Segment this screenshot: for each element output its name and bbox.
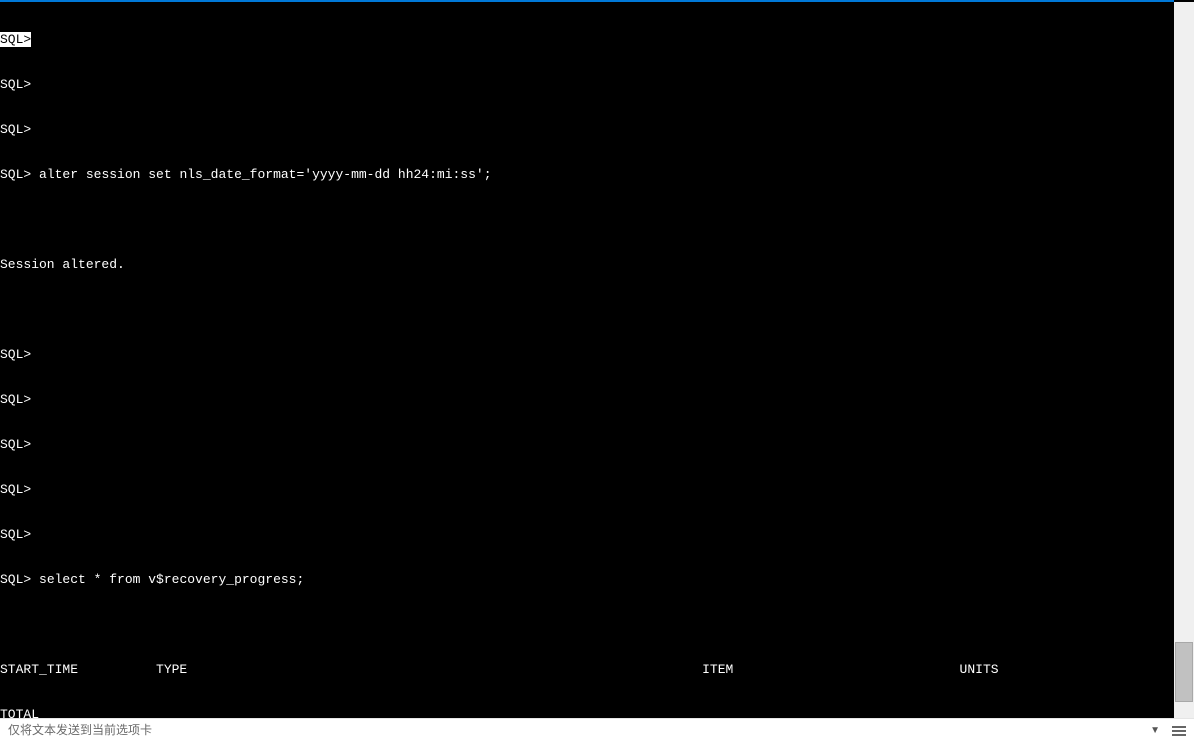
scrollbar-thumb[interactable] (1175, 642, 1193, 702)
blank-line (0, 617, 1174, 632)
sql-prompt: SQL> (0, 392, 31, 407)
header-row-2: TOTAL (0, 707, 1174, 718)
status-note: 仅将文本发送到当前选项卡 (6, 723, 152, 738)
terminal[interactable]: SQL> SQL> SQL> SQL> alter session set nl… (0, 2, 1174, 718)
sql-prompt: SQL> (0, 122, 31, 137)
sql-prompt: SQL> (0, 77, 31, 92)
command-select: select * from v$recovery_progress; (39, 572, 304, 587)
sql-prompt: SQL> (0, 572, 31, 587)
prompt-line: SQL> (0, 392, 1174, 407)
blank-line (0, 302, 1174, 317)
result-line: Session altered. (0, 257, 1174, 272)
prompt-line: SQL> (0, 437, 1174, 452)
command-line: SQL> alter session set nls_date_format='… (0, 167, 1174, 182)
header-row-1: START_TIME TYPE ITEM UNITS SOFAR (0, 662, 1174, 677)
command-alter: alter session set nls_date_format='yyyy-… (39, 167, 491, 182)
hamburger-menu-icon[interactable] (1170, 724, 1188, 738)
terminal-wrap: SQL> SQL> SQL> SQL> alter session set nl… (0, 2, 1194, 718)
sql-prompt: SQL> (0, 482, 31, 497)
chevron-down-icon[interactable]: ▼ (1150, 723, 1160, 738)
sql-prompt-highlighted: SQL> (0, 32, 31, 47)
command-line: SQL> select * from v$recovery_progress; (0, 572, 1174, 587)
prompt-line: SQL> (0, 482, 1174, 497)
prompt-line: SQL> (0, 527, 1174, 542)
sql-prompt: SQL> (0, 437, 31, 452)
prompt-line: SQL> (0, 32, 1174, 47)
blank-line (0, 212, 1174, 227)
sql-prompt: SQL> (0, 347, 31, 362)
sql-prompt: SQL> (0, 167, 31, 182)
prompt-line: SQL> (0, 77, 1174, 92)
status-bar: 仅将文本发送到当前选项卡 ▼ (0, 718, 1194, 742)
prompt-line: SQL> (0, 347, 1174, 362)
vertical-scrollbar[interactable] (1174, 2, 1194, 718)
prompt-line: SQL> (0, 122, 1174, 137)
sql-prompt: SQL> (0, 527, 31, 542)
